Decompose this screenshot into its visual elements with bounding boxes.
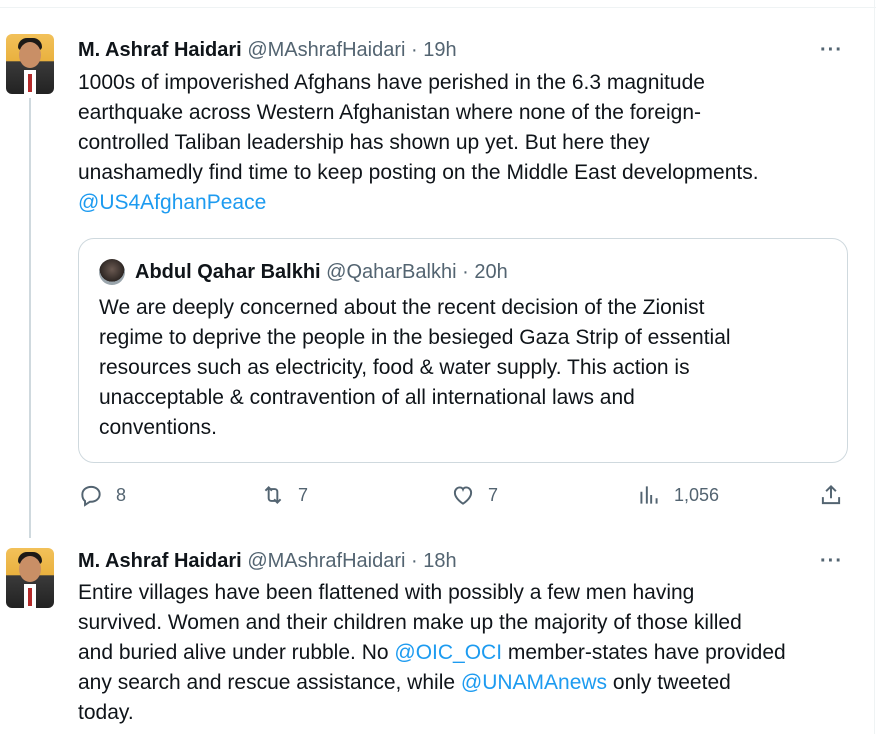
analytics-icon — [640, 486, 658, 504]
tweet-header: M. Ashraf Haidari @MAshrafHaidari · 18h — [78, 549, 457, 573]
separator: · — [411, 550, 418, 572]
reply-count: 8 — [116, 484, 127, 505]
tweet-text-line: survived. Women and their children make … — [78, 611, 742, 634]
tweet-text-line: Entire villages have been flattened with… — [78, 581, 695, 604]
quoted-text-line: regime to deprive the people in the besi… — [99, 326, 731, 349]
avatar-tie — [28, 588, 32, 606]
quoted-tweet[interactable]: Abdul Qahar Balkhi @QaharBalkhi · 20h We… — [78, 238, 848, 463]
retweet-count: 7 — [298, 484, 309, 505]
author-handle[interactable]: @MAshrafHaidari — [247, 39, 405, 61]
quoted-text-line: We are deeply concerned about the recent… — [99, 296, 705, 319]
avatar[interactable] — [6, 548, 54, 608]
text-fragment: only tweeted — [607, 671, 731, 694]
mention-link[interactable]: @UNAMAnews — [461, 671, 607, 694]
separator: · — [411, 39, 418, 61]
reply-button[interactable]: 8 — [78, 482, 126, 508]
tweet-text-line: today. — [78, 701, 134, 724]
text-fragment: any search and rescue assistance, while — [78, 671, 461, 694]
avatar-face — [19, 42, 41, 68]
retweet-button[interactable]: 7 — [260, 482, 308, 508]
quoted-text-line: unacceptable & contravention of all inte… — [99, 386, 635, 409]
like-count: 7 — [488, 484, 499, 505]
avatar-face — [19, 556, 41, 582]
tweet-header: M. Ashraf Haidari @MAshrafHaidari · 19h — [78, 38, 457, 62]
mention-link[interactable]: @OIC_OCI — [394, 641, 502, 664]
tweet-text: Entire villages have been flattened with… — [78, 578, 858, 728]
mention-link[interactable]: @US4AfghanPeace — [78, 191, 266, 214]
quoted-header: Abdul Qahar Balkhi @QaharBalkhi · 20h — [135, 259, 508, 285]
author-handle[interactable]: @MAshrafHaidari — [247, 550, 405, 572]
action-bar: 8 7 7 1,056 — [78, 482, 858, 510]
separator: · — [462, 261, 469, 283]
tweet-text: 1000s of impoverished Afghans have peris… — [78, 68, 858, 218]
timestamp[interactable]: 18h — [423, 550, 456, 572]
timeline-right-border — [874, 0, 875, 734]
tweet-text-line: earthquake across Western Afghanistan wh… — [78, 101, 701, 124]
more-options-icon[interactable]: ··· — [820, 551, 843, 571]
quoted-timestamp: 20h — [474, 261, 508, 283]
timestamp[interactable]: 19h — [423, 39, 456, 61]
reply-icon — [81, 485, 101, 507]
tweet-text-line: and buried alive under rubble. No @OIC_O… — [78, 638, 858, 668]
views-button[interactable]: 1,056 — [636, 482, 719, 508]
quoted-author-handle: @QaharBalkhi — [326, 261, 457, 283]
share-icon — [821, 484, 841, 505]
quoted-text-line: resources such as electricity, food & wa… — [99, 356, 690, 379]
tweet-text-line: any search and rescue assistance, while … — [78, 668, 858, 698]
author-name[interactable]: M. Ashraf Haidari — [78, 550, 242, 572]
tweet[interactable]: M. Ashraf Haidari @MAshrafHaidari · 18h … — [0, 540, 874, 734]
thread-line — [29, 98, 31, 538]
view-count: 1,056 — [674, 484, 720, 505]
retweet-icon — [264, 486, 282, 504]
quoted-author-name: Abdul Qahar Balkhi — [135, 261, 321, 283]
tweet-text-line: 1000s of impoverished Afghans have peris… — [78, 71, 705, 94]
tweet-text-line: controlled Taliban leadership has shown … — [78, 131, 650, 154]
heart-icon — [453, 486, 473, 505]
tweet-text-line: unashamedly find time to keep posting on… — [78, 161, 759, 184]
share-button[interactable] — [818, 482, 844, 508]
more-options-icon[interactable]: ··· — [820, 40, 843, 60]
like-button[interactable]: 7 — [450, 482, 498, 508]
quoted-text: We are deeply concerned about the recent… — [99, 293, 829, 443]
avatar-tie — [28, 74, 32, 92]
avatar[interactable] — [6, 34, 54, 94]
text-fragment: member-states have provided — [502, 641, 786, 664]
tweet[interactable]: M. Ashraf Haidari @MAshrafHaidari · 19h … — [0, 0, 874, 540]
quoted-text-line: conventions. — [99, 416, 217, 439]
author-name[interactable]: M. Ashraf Haidari — [78, 39, 242, 61]
text-fragment: and buried alive under rubble. No — [78, 641, 395, 664]
quoted-avatar[interactable] — [99, 259, 125, 285]
